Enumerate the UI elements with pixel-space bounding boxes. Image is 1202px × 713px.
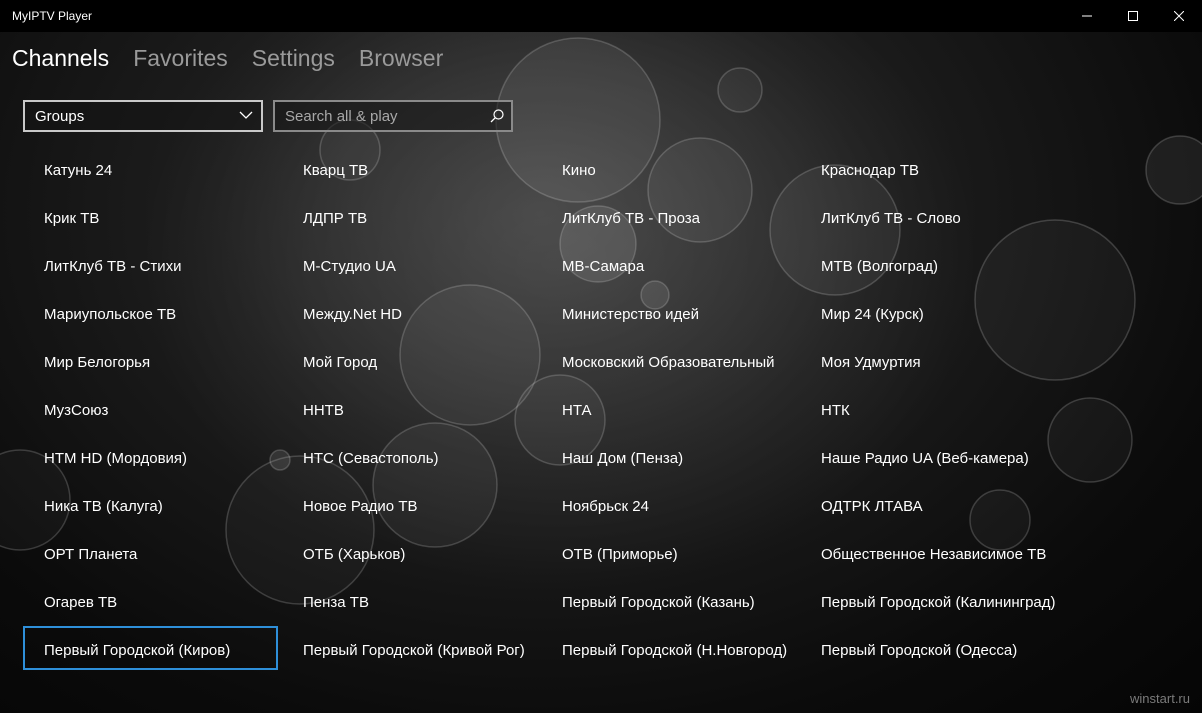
channel-item[interactable]: Министерство идей — [541, 290, 796, 334]
channel-item[interactable]: Крик ТВ — [23, 194, 278, 238]
channel-item[interactable]: НТМ HD (Мордовия) — [23, 434, 278, 478]
search-input[interactable] — [275, 102, 475, 130]
tab-settings[interactable]: Settings — [252, 42, 335, 74]
watermark: winstart.ru — [1130, 691, 1190, 706]
channel-item[interactable]: Первый Городской (Н.Новгород) — [541, 626, 796, 670]
channel-item-focused[interactable]: Первый Городской (Киров) — [23, 626, 278, 670]
maximize-icon — [1128, 11, 1138, 21]
channel-item[interactable]: НТК — [800, 386, 1055, 430]
channel-item[interactable]: Первый Городской (Кривой Рог) — [282, 626, 537, 670]
app-window: MyIPTV Player Channels Favorites Setting… — [0, 0, 1202, 713]
tab-browser[interactable]: Browser — [359, 42, 443, 74]
channel-item[interactable]: Пенза ТВ — [282, 578, 537, 622]
close-icon — [1174, 11, 1184, 21]
channel-item[interactable]: МВ-Самара — [541, 242, 796, 286]
channel-item[interactable]: М-Студио UA — [282, 242, 537, 286]
channel-item[interactable]: ОРТ Планета — [23, 530, 278, 574]
minimize-icon — [1082, 15, 1092, 17]
channel-item[interactable]: Мариупольское ТВ — [23, 290, 278, 334]
channel-item[interactable]: Мой Город — [282, 338, 537, 382]
channel-item[interactable]: ННТВ — [282, 386, 537, 430]
maximize-button[interactable] — [1110, 0, 1156, 32]
close-button[interactable] — [1156, 0, 1202, 32]
title-bar: MyIPTV Player — [0, 0, 1202, 32]
groups-dropdown[interactable]: Groups — [23, 100, 263, 132]
channel-item[interactable]: НТА — [541, 386, 796, 430]
chevron-down-icon — [239, 111, 253, 119]
channel-item[interactable]: Кварц ТВ — [282, 146, 537, 190]
channel-item[interactable]: Московский Образовательный — [541, 338, 796, 382]
search-box[interactable] — [273, 100, 513, 132]
channel-item[interactable]: Первый Городской (Одесса) — [800, 626, 1055, 670]
channel-item[interactable]: МузСоюз — [23, 386, 278, 430]
channel-item[interactable]: Краснодар ТВ — [800, 146, 1055, 190]
channel-item[interactable]: ЛДПР ТВ — [282, 194, 537, 238]
app-title: MyIPTV Player — [12, 9, 93, 23]
channel-item[interactable]: МТВ (Волгоград) — [800, 242, 1055, 286]
channel-item[interactable]: Мир Белогорья — [23, 338, 278, 382]
tab-channels[interactable]: Channels — [12, 42, 109, 74]
channel-item[interactable]: ЛитКлуб ТВ - Проза — [541, 194, 796, 238]
channel-item[interactable]: Общественное Независимое ТВ — [800, 530, 1055, 574]
channel-item[interactable]: НТС (Севастополь) — [282, 434, 537, 478]
pivot-nav: Channels Favorites Settings Browser — [12, 42, 467, 74]
channel-item[interactable]: ОТВ (Приморье) — [541, 530, 796, 574]
channel-item[interactable]: Моя Удмуртия — [800, 338, 1055, 382]
channel-item[interactable]: Ноябрьск 24 — [541, 482, 796, 526]
tab-favorites[interactable]: Favorites — [133, 42, 228, 74]
search-icon[interactable] — [489, 108, 505, 124]
channel-item[interactable]: ОДТРК ЛТАВА — [800, 482, 1055, 526]
channel-item[interactable]: ОТБ (Харьков) — [282, 530, 537, 574]
channel-item[interactable]: Первый Городской (Казань) — [541, 578, 796, 622]
minimize-button[interactable] — [1064, 0, 1110, 32]
channel-item[interactable]: ЛитКлуб ТВ - Стихи — [23, 242, 278, 286]
channel-item[interactable]: Ника ТВ (Калуга) — [23, 482, 278, 526]
channel-item[interactable]: Между.Net HD — [282, 290, 537, 334]
channel-item[interactable]: Наше Радио UA (Веб-камера) — [800, 434, 1055, 478]
channel-item[interactable]: Огарев ТВ — [23, 578, 278, 622]
channel-item[interactable]: Мир 24 (Курск) — [800, 290, 1055, 334]
channel-item[interactable]: Новое Радио ТВ — [282, 482, 537, 526]
channel-item[interactable]: ЛитКлуб ТВ - Слово — [800, 194, 1055, 238]
channel-item[interactable]: Кино — [541, 146, 796, 190]
groups-dropdown-value: Groups — [35, 108, 85, 125]
channel-item[interactable]: Катунь 24 — [23, 146, 278, 190]
channel-item[interactable]: Наш Дом (Пенза) — [541, 434, 796, 478]
channel-grid: Катунь 24 Кварц ТВ Кино Краснодар ТВ Кри… — [23, 146, 1059, 674]
channel-item[interactable]: Первый Городской (Калининград) — [800, 578, 1056, 622]
